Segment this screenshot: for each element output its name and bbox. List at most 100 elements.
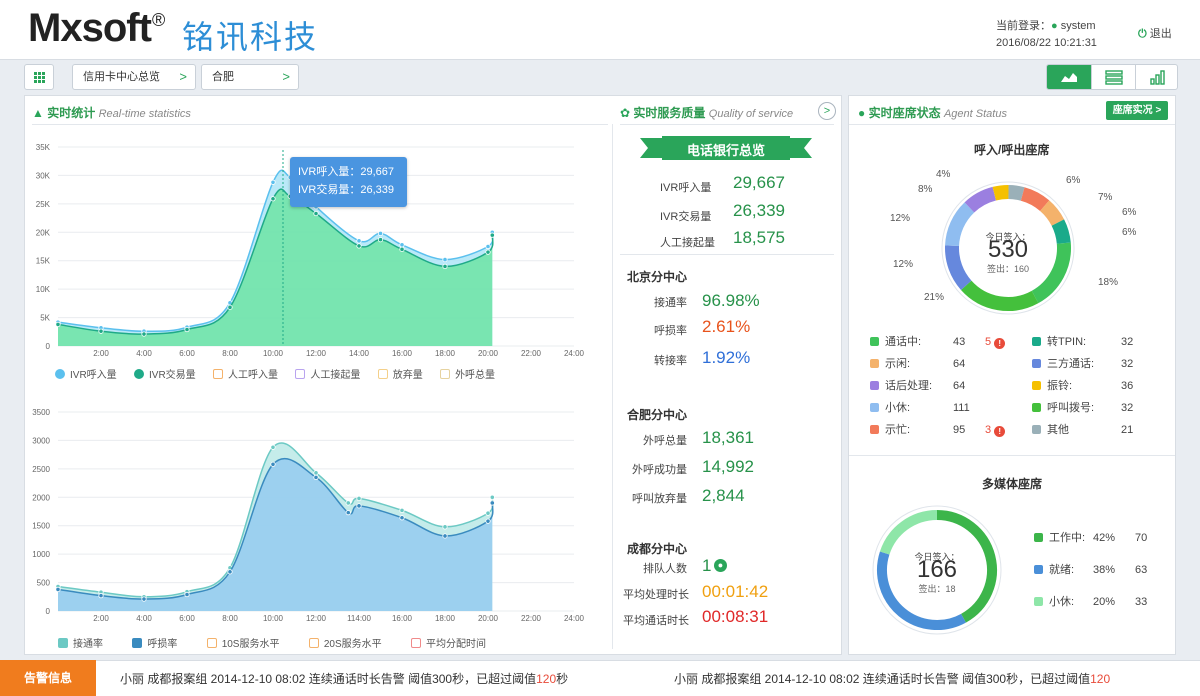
legend-item[interactable]: 20S服务水平	[308, 638, 382, 650]
legend-item[interactable]: 人工呼入量	[213, 369, 278, 381]
login-info: 当前登录：● system 2016/08/22 10:21:31	[996, 18, 1097, 52]
legend-item[interactable]: IVR呼入量	[55, 369, 117, 381]
donut-slice	[964, 186, 997, 213]
legend-item[interactable]: 10S服务水平	[206, 638, 279, 650]
legend-label: 外呼总量	[455, 370, 496, 381]
agent-title: ● 实时座席状态 Agent Status	[858, 104, 1007, 121]
data-point	[485, 518, 491, 524]
view-area-chart-button[interactable]	[1047, 65, 1091, 89]
agent-subtitle: Agent Status	[943, 108, 1007, 120]
legend-item[interactable]: 外呼总量	[440, 369, 496, 381]
agent-status-row: 通话中: 43 5 !	[870, 333, 1020, 355]
stat-value: 14,992	[702, 457, 754, 476]
overview-banner: 电话银行总览	[686, 143, 765, 158]
data-point	[489, 494, 495, 500]
legend-item[interactable]: 呼损率	[132, 638, 177, 650]
y-tick-label: 3000	[32, 436, 50, 445]
legend-item[interactable]: 平均分配时间	[410, 638, 486, 650]
x-tick-label: 8:00	[222, 349, 238, 358]
stat-value: 1	[702, 556, 712, 575]
warning-icon[interactable]: !	[994, 426, 1006, 437]
agent-status-row: 示闲: 64	[870, 355, 1020, 377]
data-point	[141, 596, 147, 602]
user-icon: ●	[1051, 20, 1058, 32]
data-point	[485, 249, 491, 255]
section-title-hefei: 合肥分中心	[627, 408, 688, 422]
legend-item[interactable]: 人工接起量	[295, 369, 360, 381]
person-icon: ●	[714, 559, 727, 572]
agent-status-row: 就绪: 38% 63	[1034, 561, 1174, 593]
chevron-right-icon: >	[282, 69, 290, 84]
service-next-button[interactable]: >	[818, 102, 836, 120]
y-tick-label: 20K	[36, 228, 51, 237]
warning-icon[interactable]: !	[994, 338, 1006, 349]
x-tick-label: 20:00	[478, 349, 499, 358]
stat-value: 00:08:31	[702, 607, 769, 626]
data-point	[184, 591, 190, 598]
realtime-title-text: 实时统计	[47, 106, 96, 120]
alert-tag[interactable]: 告警信息	[0, 660, 96, 696]
alert-count: 5	[985, 336, 992, 348]
view-bar-chart-button[interactable]	[1135, 65, 1177, 89]
alert-message[interactable]: 小丽 成都报案组 2014-12-10 08:02 连续通话时长告警 阈值300…	[120, 670, 568, 687]
logout-button[interactable]: ⏻ 退出	[1138, 25, 1172, 41]
y-tick-label: 2500	[32, 465, 50, 474]
agent-status-row: 呼叫拨号: 32	[1032, 399, 1172, 421]
x-tick-label: 18:00	[435, 614, 456, 623]
y-tick-label: 25K	[36, 200, 51, 209]
tooltip-line: IVR呼入量：29,667	[298, 166, 394, 178]
x-tick-label: 10:00	[263, 349, 284, 358]
legend-item[interactable]: IVR交易量	[134, 369, 196, 381]
breadcrumb-item-overview[interactable]: 信用卡中心总览 >	[72, 64, 196, 90]
status-value: 32	[1121, 336, 1134, 348]
donut-slice	[945, 245, 972, 290]
legend-item[interactable]: 接通率	[58, 638, 103, 650]
status-value: 36	[1121, 380, 1134, 392]
multimedia-center-value: 166	[916, 556, 958, 583]
data-point	[313, 470, 319, 476]
x-tick-label: 8:00	[222, 614, 238, 623]
stat-label: IVR呼入量	[660, 182, 712, 194]
status-value: 64	[953, 358, 966, 370]
bar-chart-icon	[1150, 70, 1165, 85]
alert-message[interactable]: 小丽 成都报案组 2014-12-10 08:02 连续通话时长告警 阈值300…	[674, 670, 1194, 687]
data-point	[399, 242, 405, 248]
donut-slice	[960, 280, 1039, 311]
divider	[849, 455, 1175, 456]
chart-tooltip: IVR呼入量：29,667 IVR交易量：26,339	[290, 157, 407, 207]
x-tick-label: 14:00	[349, 349, 370, 358]
y-tick-label: 0	[46, 342, 51, 351]
apps-grid-button[interactable]	[24, 64, 54, 90]
status-pct: 42%	[1093, 532, 1116, 544]
status-label: 振铃:	[1047, 380, 1073, 392]
x-tick-label: 4:00	[136, 614, 152, 623]
data-point	[55, 586, 61, 592]
data-point	[270, 179, 276, 185]
agent-live-button[interactable]: 座席实况 >	[1106, 101, 1168, 120]
breadcrumb-item-city[interactable]: 合肥 >	[201, 64, 299, 90]
x-tick-label: 4:00	[136, 349, 152, 358]
chart1-legend: IVR呼入量 IVR交易量 人工呼入量 人工接起量 放弃量 外呼总量	[55, 366, 615, 381]
realtime-subtitle: Real-time statistics	[98, 108, 191, 120]
x-tick-label: 16:00	[392, 614, 413, 623]
status-label: 通话中:	[885, 336, 922, 348]
agent-status-row: 工作中: 42% 70	[1034, 529, 1174, 561]
y-tick-label: 30K	[36, 171, 51, 180]
service-title: ✿ 实时服务质量 Quality of service	[620, 104, 793, 121]
donut-slice	[1039, 200, 1065, 227]
data-point	[313, 474, 319, 480]
callio-signout: 签出：160	[986, 264, 1030, 274]
status-value: 32	[1121, 402, 1134, 414]
data-point	[55, 321, 61, 327]
legend-label: 接通率	[73, 639, 103, 650]
stat-value: 00:01:42	[702, 582, 769, 601]
legend-item[interactable]: 放弃量	[377, 369, 423, 381]
legend-label: 20S服务水平	[323, 639, 382, 650]
view-list-button[interactable]	[1091, 65, 1135, 89]
stat-label: 人工接起量	[660, 237, 715, 249]
area-chart-icon: ▲	[32, 106, 44, 120]
stat-label: 呼损率	[654, 325, 687, 337]
pct-label: 12%	[890, 213, 911, 224]
donut-slice	[1020, 187, 1050, 212]
y-tick-label: 0	[46, 607, 51, 616]
